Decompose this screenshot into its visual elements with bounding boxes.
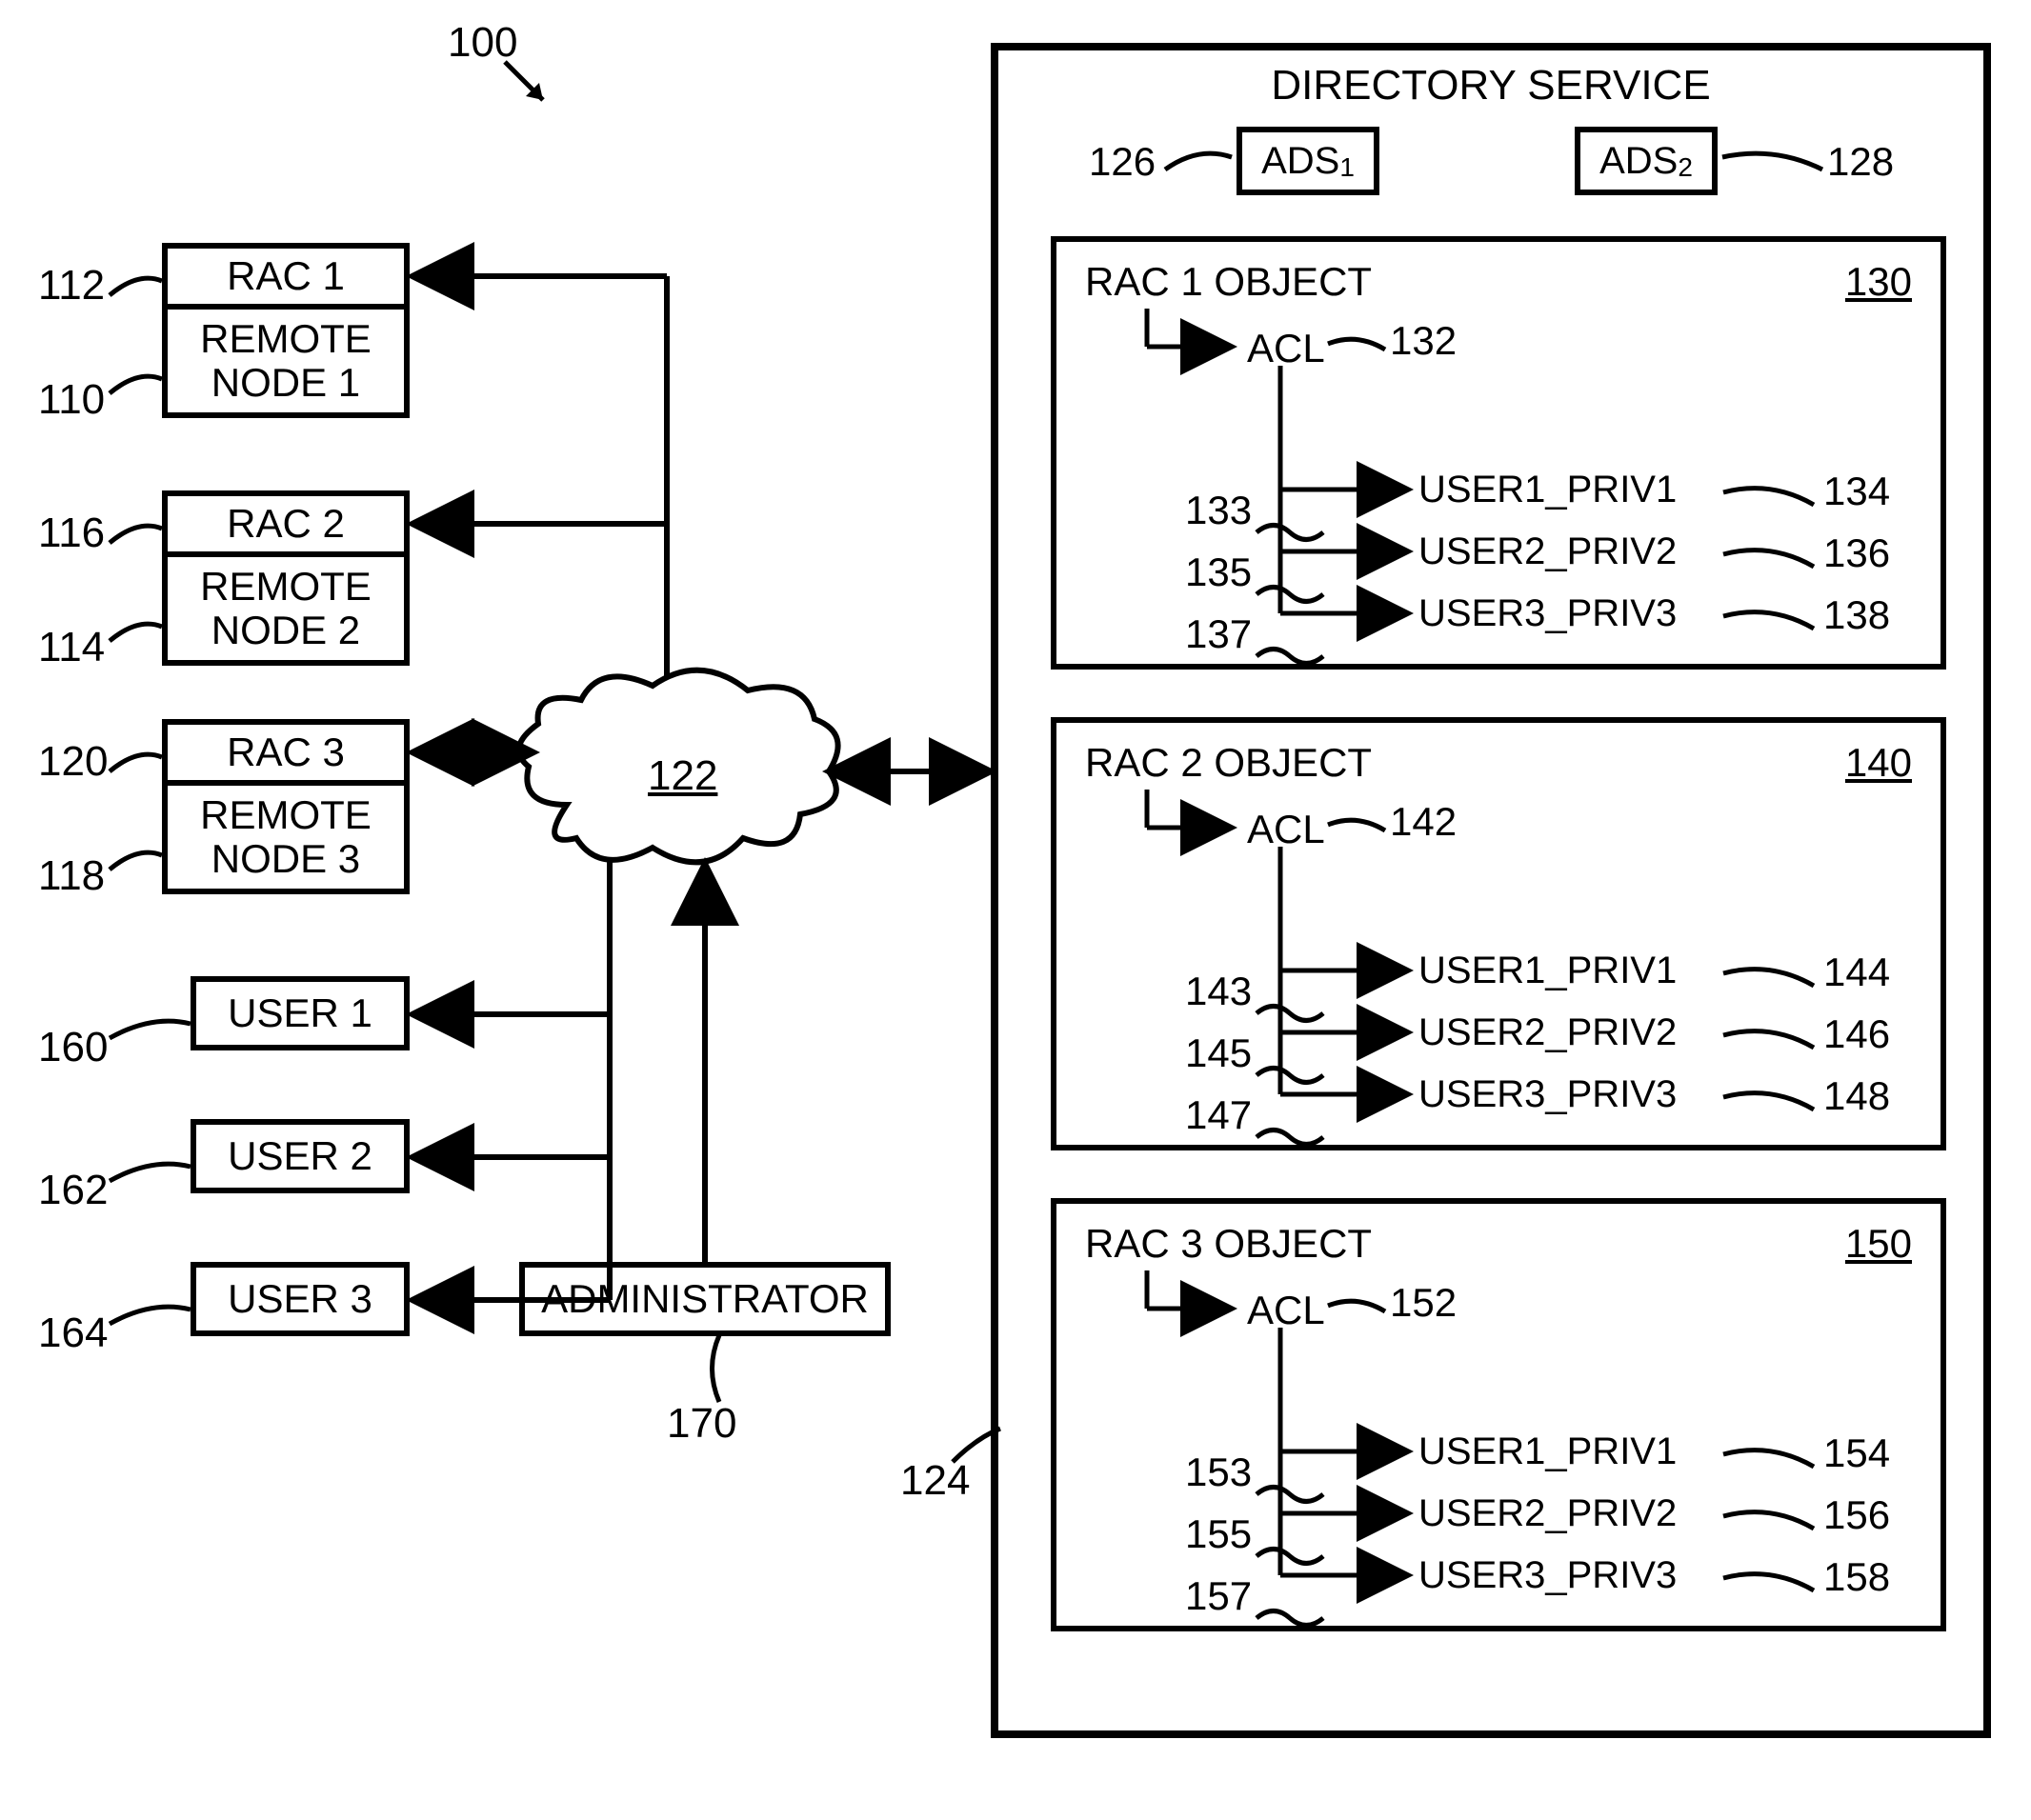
ref-154: 154 — [1823, 1430, 1890, 1476]
ref-145: 145 — [1185, 1030, 1252, 1076]
rac1-obj-title: RAC 1 OBJECT — [1085, 259, 1372, 305]
leader-138 — [1723, 611, 1819, 635]
rac1-object: RAC 1 OBJECT 130 ACL 132 USER1_PRIV1 USE… — [1051, 236, 1946, 670]
rac3-obj-title: RAC 3 OBJECT — [1085, 1221, 1372, 1267]
ref-143: 143 — [1185, 969, 1252, 1014]
ads2-label: ADS — [1599, 140, 1678, 183]
ref-126: 126 — [1089, 139, 1156, 185]
leader-136 — [1723, 550, 1819, 573]
ads1-box: ADS1 — [1237, 127, 1379, 195]
leader-126 — [1165, 146, 1237, 174]
leader-134 — [1723, 488, 1819, 511]
rac2-priv1: USER1_PRIV1 — [1418, 950, 1677, 992]
rac3-priv3: USER3_PRIV3 — [1418, 1554, 1677, 1597]
leader-156 — [1723, 1511, 1819, 1535]
rac2-obj-id: 140 — [1845, 740, 1912, 786]
tilde-157 — [1257, 1609, 1323, 1628]
rac2-obj-title: RAC 2 OBJECT — [1085, 740, 1372, 786]
ref-146: 146 — [1823, 1011, 1890, 1057]
leader-152 — [1328, 1294, 1390, 1318]
ref-158: 158 — [1823, 1554, 1890, 1600]
ref-156: 156 — [1823, 1492, 1890, 1538]
ads1-sub: 1 — [1339, 152, 1355, 183]
ref-136: 136 — [1823, 530, 1890, 576]
ref-147: 147 — [1185, 1092, 1252, 1138]
rac3-acl: ACL — [1247, 1288, 1325, 1333]
tilde-145 — [1257, 1066, 1323, 1085]
ds-title: DIRECTORY SERVICE — [998, 62, 1983, 110]
rac2-priv2: USER2_PRIV2 — [1418, 1011, 1677, 1054]
rac2-priv3: USER3_PRIV3 — [1418, 1073, 1677, 1116]
rac1-priv2: USER2_PRIV2 — [1418, 530, 1677, 573]
ads1-label: ADS — [1261, 140, 1339, 183]
ref-142: 142 — [1390, 799, 1457, 845]
ref-134: 134 — [1823, 469, 1890, 514]
rac2-object: RAC 2 OBJECT 140 ACL 142 USER1_PRIV1 USE… — [1051, 717, 1946, 1150]
tilde-133 — [1257, 523, 1323, 542]
directory-service-container: DIRECTORY SERVICE ADS1 126 ADS2 128 RAC … — [991, 43, 1991, 1738]
leader-154 — [1723, 1450, 1819, 1473]
leader-158 — [1723, 1573, 1819, 1597]
tilde-147 — [1257, 1128, 1323, 1147]
ref-153: 153 — [1185, 1450, 1252, 1495]
leader-124 — [953, 1429, 1010, 1467]
ref-128: 128 — [1827, 139, 1894, 185]
rac2-acl: ACL — [1247, 807, 1325, 852]
ref-132: 132 — [1390, 318, 1457, 364]
ads2-sub: 2 — [1678, 152, 1693, 183]
leader-142 — [1328, 813, 1390, 837]
rac1-priv3: USER3_PRIV3 — [1418, 592, 1677, 635]
connectors — [0, 0, 1048, 1352]
rac1-obj-id: 130 — [1845, 259, 1912, 305]
rac3-obj-id: 150 — [1845, 1221, 1912, 1267]
ref-155: 155 — [1185, 1511, 1252, 1557]
tilde-137 — [1257, 647, 1323, 666]
ads2-box: ADS2 — [1575, 127, 1718, 195]
ref-157: 157 — [1185, 1573, 1252, 1619]
ref-137: 137 — [1185, 611, 1252, 657]
tilde-155 — [1257, 1547, 1323, 1566]
rac3-object: RAC 3 OBJECT 150 ACL 152 USER1_PRIV1 USE… — [1051, 1198, 1946, 1631]
leader-144 — [1723, 969, 1819, 992]
ref-138: 138 — [1823, 592, 1890, 638]
rac3-priv2: USER2_PRIV2 — [1418, 1492, 1677, 1535]
leader-148 — [1723, 1092, 1819, 1116]
ref-133: 133 — [1185, 488, 1252, 533]
rac1-acl: ACL — [1247, 326, 1325, 371]
rac1-priv1: USER1_PRIV1 — [1418, 469, 1677, 511]
tilde-143 — [1257, 1004, 1323, 1023]
ref-152: 152 — [1390, 1280, 1457, 1326]
leader-128 — [1722, 146, 1827, 174]
rac3-priv1: USER1_PRIV1 — [1418, 1430, 1677, 1473]
tilde-135 — [1257, 585, 1323, 604]
ref-135: 135 — [1185, 550, 1252, 595]
tilde-153 — [1257, 1485, 1323, 1504]
leader-132 — [1328, 332, 1390, 356]
ref-144: 144 — [1823, 950, 1890, 995]
ref-170: 170 — [667, 1400, 736, 1448]
ref-148: 148 — [1823, 1073, 1890, 1119]
leader-146 — [1723, 1030, 1819, 1054]
